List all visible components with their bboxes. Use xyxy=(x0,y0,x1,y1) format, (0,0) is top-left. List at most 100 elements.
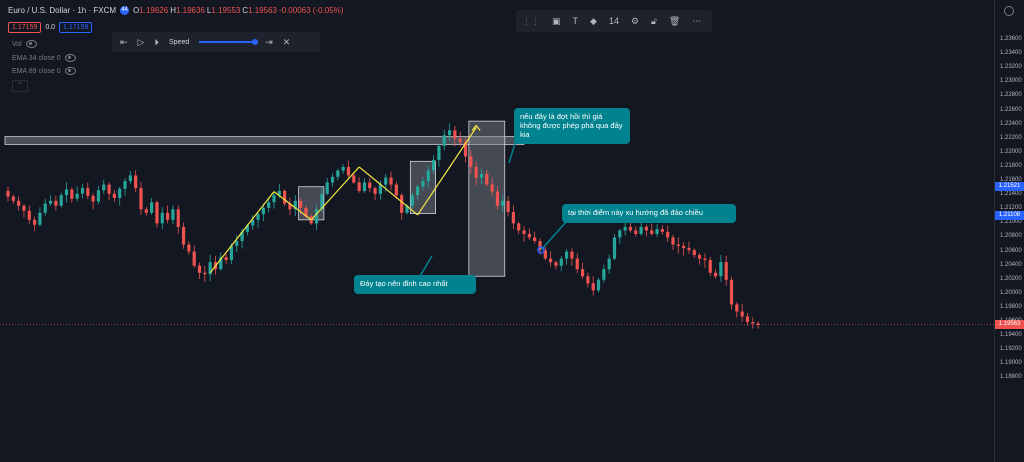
eye-icon[interactable] xyxy=(64,54,76,62)
candle-body xyxy=(59,195,63,206)
candle-body xyxy=(575,258,579,270)
candle-body xyxy=(48,200,53,204)
candle-body xyxy=(261,207,265,215)
buy-price-button[interactable]: 1.17159 xyxy=(59,22,93,33)
indicator-ema34[interactable]: EMA 34 close 0 xyxy=(12,54,76,62)
price-marker-label: 1.21108 xyxy=(995,211,1024,221)
candle-body xyxy=(22,205,26,211)
candle-body xyxy=(155,202,159,224)
drag-handle-icon[interactable]: ⋮⋮ xyxy=(522,16,540,27)
candle-body xyxy=(660,229,664,232)
candle-body xyxy=(671,237,675,245)
play-icon[interactable]: ▷ xyxy=(138,37,145,48)
symbol-badge[interactable]: 44 xyxy=(120,6,130,15)
candle-body xyxy=(128,175,132,182)
candle-body xyxy=(235,241,239,246)
candle-body xyxy=(6,190,10,197)
callout-pointer-3 xyxy=(419,255,433,277)
step-forward-icon[interactable]: ⏵ xyxy=(154,37,159,48)
font-size-value[interactable]: 14 xyxy=(609,16,619,26)
candle-body xyxy=(283,190,287,204)
candle-body xyxy=(357,182,361,191)
eye-icon[interactable] xyxy=(25,40,37,48)
candle-body xyxy=(341,166,345,171)
symbol-title[interactable]: Euro / U.S. Dollar · 1h · FXCM xyxy=(8,6,116,15)
candle-body xyxy=(442,135,446,146)
settings-icon[interactable]: ⚙ xyxy=(631,16,639,27)
price-tick-label: 1.22200 xyxy=(1000,134,1022,141)
candle-body xyxy=(64,189,69,196)
price-marker-label: 1.21521 xyxy=(995,182,1024,192)
price-tick-label: 1.21000 xyxy=(1000,219,1022,226)
price-chart[interactable] xyxy=(0,0,1024,462)
candle-body xyxy=(362,182,367,191)
price-tick-label: 1.19400 xyxy=(1000,332,1022,339)
candle-body xyxy=(181,226,186,245)
annotation-callout-3[interactable]: Đáy tạo nên đỉnh cao nhất xyxy=(354,275,476,294)
templates-icon[interactable]: ▣ xyxy=(552,16,561,27)
candle-body xyxy=(703,258,707,261)
close-icon[interactable]: ✕ xyxy=(283,37,291,48)
speed-slider-knob[interactable] xyxy=(252,38,259,45)
candle-body xyxy=(373,188,377,194)
price-tick-label: 1.19800 xyxy=(1000,303,1022,310)
speed-slider[interactable] xyxy=(199,38,259,45)
candle-body xyxy=(314,209,319,224)
candle-body xyxy=(490,184,494,192)
candle-body xyxy=(501,200,505,206)
eye-icon[interactable] xyxy=(64,67,76,75)
price-tick-label: 1.20200 xyxy=(1000,275,1022,282)
candle-body xyxy=(384,177,388,185)
ohlc-value: 1.19636 xyxy=(175,6,205,15)
candle-body xyxy=(160,212,164,224)
jump-to-realtime-icon[interactable]: ⇥ xyxy=(265,37,273,48)
annotation-callout-2[interactable]: tại thời điểm này xu hướng đã đảo chiều xyxy=(562,204,736,223)
collapse-legend-icon[interactable]: ⌃ xyxy=(12,80,28,92)
price-tick-label: 1.20600 xyxy=(1000,247,1022,254)
candle-body xyxy=(687,248,691,251)
price-tick-label: 1.20800 xyxy=(1000,233,1022,240)
candle-body xyxy=(522,230,526,234)
candle-body xyxy=(187,244,191,252)
candle-body xyxy=(166,212,170,220)
candle-body xyxy=(86,188,90,196)
candle-body xyxy=(596,279,601,291)
candle-body xyxy=(112,193,116,198)
indicator-label: EMA 89 close 0 xyxy=(12,67,61,75)
candle-body xyxy=(628,226,633,231)
candle-body xyxy=(144,209,148,213)
lock-icon[interactable]: 🔓︎ xyxy=(651,16,657,27)
price-tick-label: 1.21800 xyxy=(1000,162,1022,169)
candle-body xyxy=(325,182,329,194)
more-icon[interactable]: ⋯ xyxy=(692,16,701,27)
candle-body xyxy=(655,229,659,234)
callout-pointer-2 xyxy=(540,221,567,251)
candle-body xyxy=(432,159,436,171)
candle-body xyxy=(698,255,702,259)
fill-color-icon[interactable]: ◆ xyxy=(590,16,597,27)
candle-body xyxy=(479,174,484,178)
price-tick-label: 1.23000 xyxy=(1000,78,1022,85)
replay-select-bar-icon[interactable]: ⇤ xyxy=(120,37,128,48)
candle-body xyxy=(139,188,143,210)
indicator-ema89[interactable]: EMA 89 close 0 xyxy=(12,67,76,75)
indicator-vol[interactable]: Vol xyxy=(12,40,37,48)
candle-body xyxy=(352,175,356,183)
candle-body xyxy=(591,283,595,291)
delete-icon[interactable]: 🗑︎ xyxy=(669,16,680,27)
candle-body xyxy=(517,223,521,231)
sell-price-button[interactable]: 1.17159 xyxy=(8,22,42,33)
ohlc-value: -0.00063 (-0.05%) xyxy=(278,6,344,15)
text-color-icon[interactable]: T xyxy=(573,16,579,26)
candle-body xyxy=(272,195,276,203)
price-tick-label: 1.21400 xyxy=(1000,191,1022,198)
price-tick-label: 1.22800 xyxy=(1000,92,1022,99)
speed-label: Speed xyxy=(168,38,190,46)
candle-body xyxy=(346,166,351,176)
candle-body xyxy=(203,272,207,275)
candle-body xyxy=(623,226,627,231)
candle-body xyxy=(394,184,398,196)
candle-body xyxy=(474,166,478,178)
annotation-callout-1[interactable]: nếu đây là đợt hồi thì giá không được ph… xyxy=(514,108,630,144)
candle-body xyxy=(511,212,515,224)
